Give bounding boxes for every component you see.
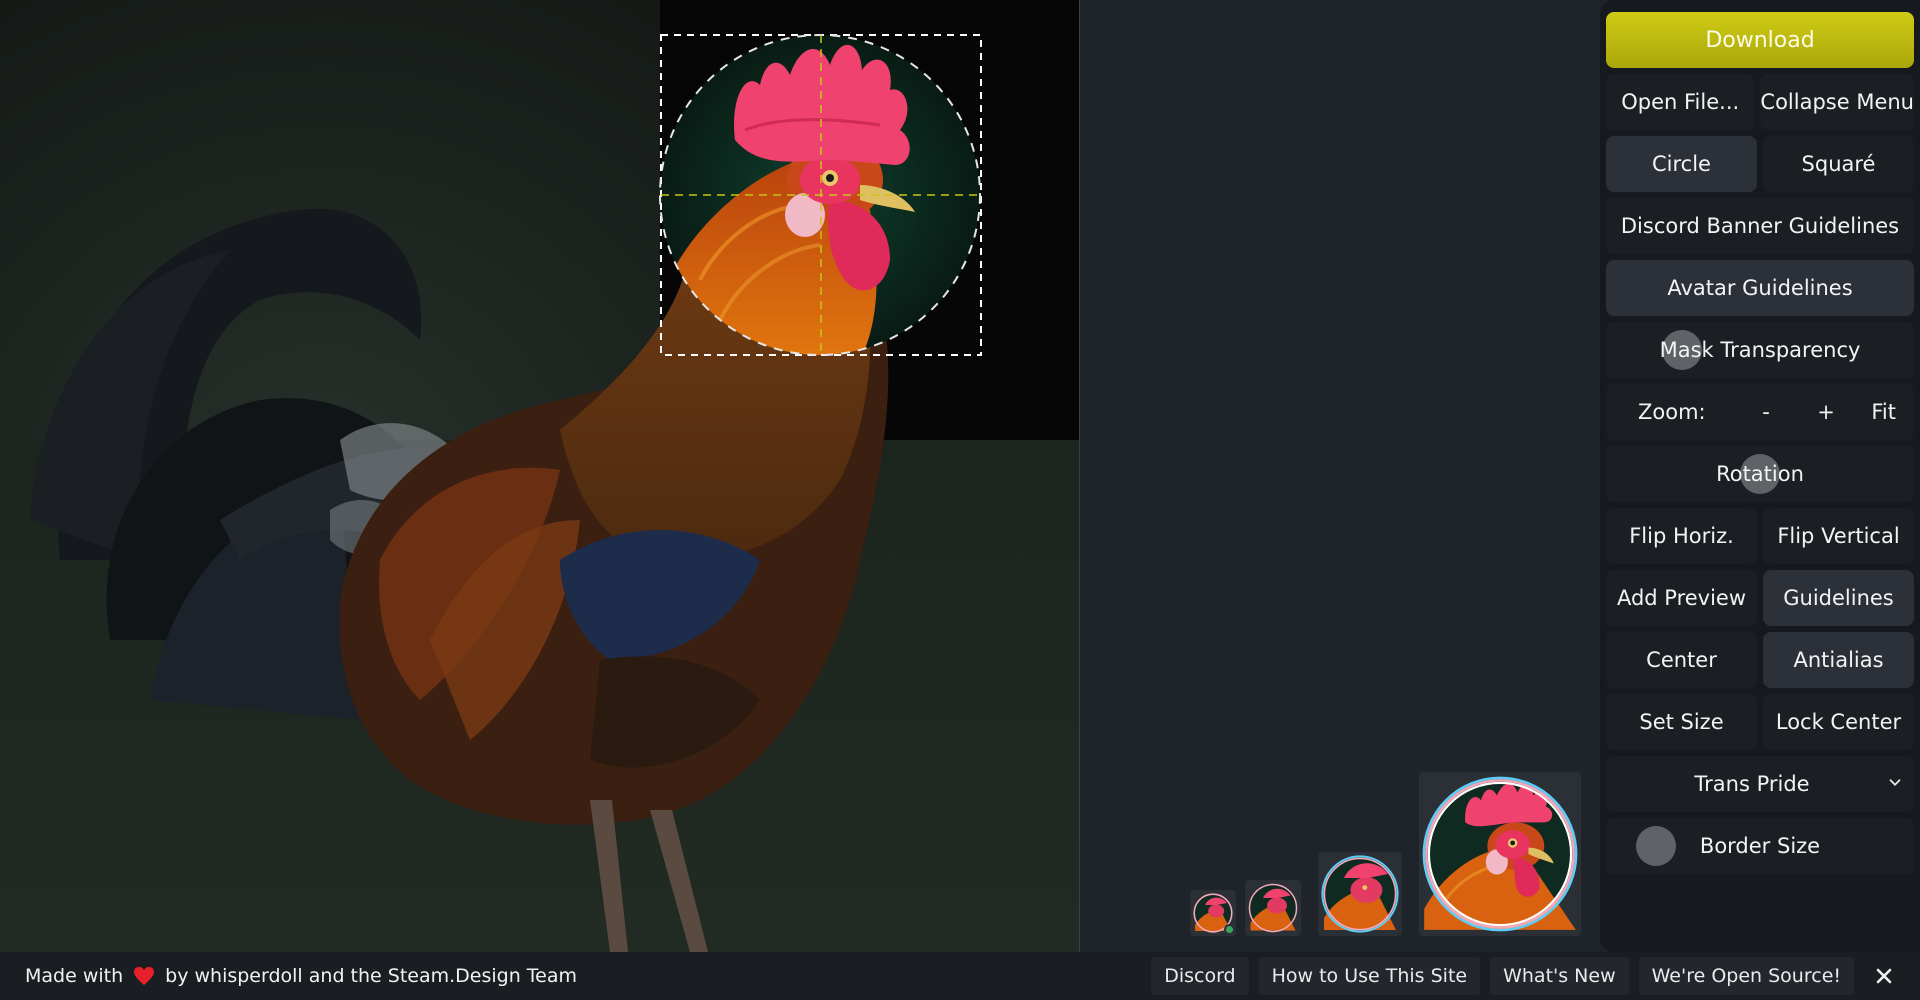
preview-small-avatar: [1248, 883, 1298, 933]
footer-credit: Made with by whisperdoll and the Steam.D…: [0, 965, 577, 987]
image-canvas[interactable]: [0, 0, 1080, 952]
circle-shape-button[interactable]: Circle: [1606, 136, 1757, 192]
flip-horizontal-button[interactable]: Flip Horiz.: [1606, 508, 1757, 564]
preview-medium-avatar: [1321, 855, 1399, 933]
border-style-value: Trans Pride: [1694, 772, 1810, 796]
preview-large[interactable]: [1419, 772, 1581, 936]
rotation-label: Rotation: [1716, 462, 1804, 486]
preview-tiny[interactable]: [1190, 890, 1236, 936]
zoom-label: Zoom:: [1638, 400, 1706, 424]
border-size-slider-handle[interactable]: [1636, 826, 1676, 866]
discord-banner-guidelines-button[interactable]: Discord Banner Guidelines: [1606, 198, 1914, 254]
add-preview-button[interactable]: Add Preview: [1606, 570, 1757, 626]
chevron-down-icon: [1889, 779, 1901, 786]
footer-bar: Made with by whisperdoll and the Steam.D…: [0, 952, 1920, 1000]
antialias-toggle-button[interactable]: Antialias: [1763, 632, 1914, 688]
made-with-text: Made with: [25, 965, 124, 987]
zoom-fit-button[interactable]: Fit: [1856, 400, 1896, 424]
flip-vertical-button[interactable]: Flip Vertical: [1763, 508, 1914, 564]
open-file-button[interactable]: Open File...: [1606, 74, 1755, 130]
how-to-use-link[interactable]: How to Use This Site: [1258, 957, 1481, 995]
border-style-select[interactable]: Trans Pride: [1606, 756, 1914, 812]
zoom-controls: Zoom: - + Fit: [1606, 384, 1914, 440]
whats-new-link[interactable]: What's New: [1490, 957, 1629, 995]
sidebar-menu: Download Open File... Collapse Menu Circ…: [1600, 0, 1920, 952]
preview-medium[interactable]: [1318, 852, 1402, 936]
zoom-in-button[interactable]: +: [1796, 400, 1856, 424]
credit-text: by whisperdoll and the Steam.Design Team: [165, 965, 578, 987]
online-status-indicator: [1224, 924, 1235, 935]
discord-link[interactable]: Discord: [1151, 957, 1249, 995]
close-footer-button[interactable]: [1864, 957, 1904, 995]
border-size-slider[interactable]: Border Size: [1606, 818, 1914, 874]
square-shape-button[interactable]: Squaré: [1763, 136, 1914, 192]
set-size-button[interactable]: Set Size: [1606, 694, 1757, 750]
mask-transparency-label: Mask Transparency: [1659, 338, 1861, 362]
rotation-slider[interactable]: Rotation: [1606, 446, 1914, 502]
preview-small[interactable]: [1245, 880, 1301, 936]
center-button[interactable]: Center: [1606, 632, 1757, 688]
download-button[interactable]: Download: [1606, 12, 1914, 68]
collapse-menu-button[interactable]: Collapse Menu: [1760, 74, 1914, 130]
preview-large-avatar: [1422, 776, 1578, 932]
rooster-photo: [0, 0, 1079, 952]
avatar-guidelines-button[interactable]: Avatar Guidelines: [1606, 260, 1914, 316]
border-size-label: Border Size: [1699, 834, 1821, 858]
mask-transparency-slider[interactable]: Mask Transparency: [1606, 322, 1914, 378]
lock-center-button[interactable]: Lock Center: [1763, 694, 1914, 750]
guidelines-toggle-button[interactable]: Guidelines: [1763, 570, 1914, 626]
zoom-out-button[interactable]: -: [1736, 400, 1796, 424]
close-icon: [1876, 968, 1892, 984]
heart-icon: [134, 966, 155, 986]
open-source-link[interactable]: We're Open Source!: [1638, 957, 1854, 995]
